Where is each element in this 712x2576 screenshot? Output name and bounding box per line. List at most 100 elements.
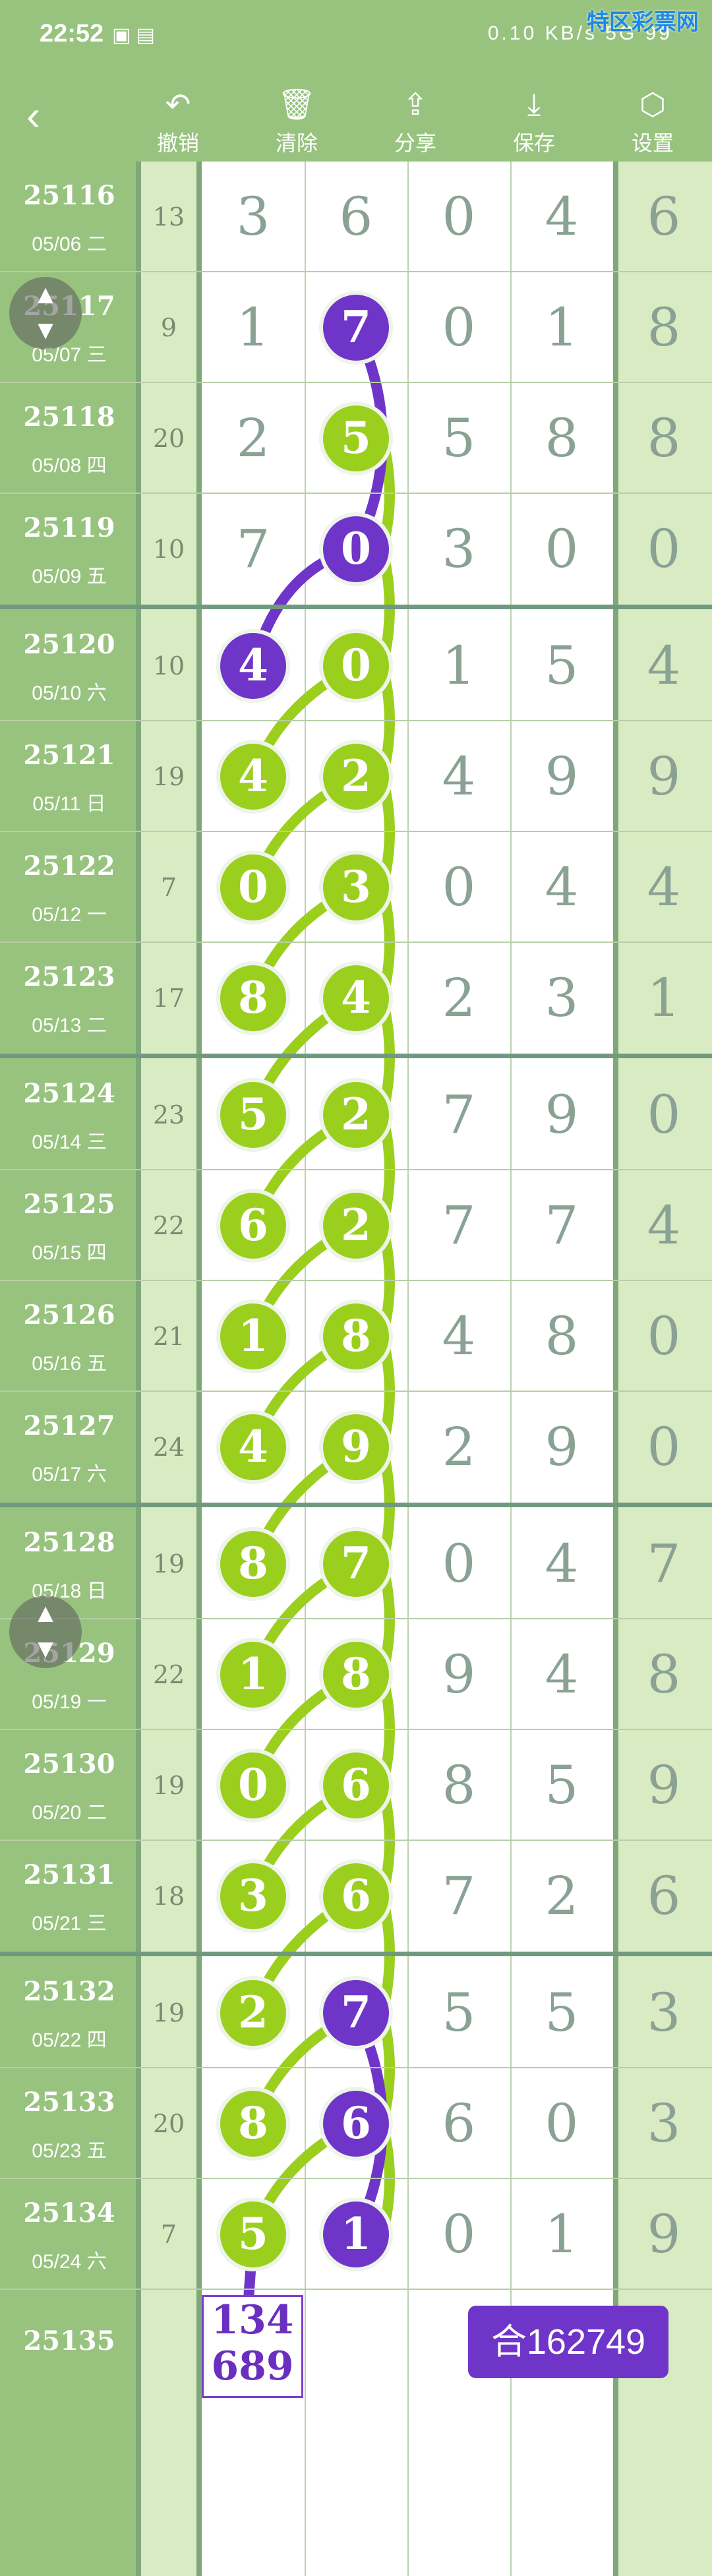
- purple-ball[interactable]: 0: [323, 516, 389, 582]
- digit-cell[interactable]: 8: [510, 1281, 613, 1392]
- green-ball[interactable]: 2: [220, 1980, 286, 2046]
- green-ball[interactable]: 2: [323, 1082, 389, 1148]
- digit-cell[interactable]: 2: [305, 1060, 407, 1170]
- digit-cell[interactable]: 0: [510, 494, 613, 605]
- purple-ball[interactable]: 4: [220, 633, 286, 699]
- digit-cell[interactable]: 8: [407, 1730, 510, 1841]
- digit-cell[interactable]: 0: [202, 1730, 305, 1841]
- green-ball[interactable]: 5: [220, 2202, 286, 2267]
- digit-cell[interactable]: 0: [202, 832, 305, 943]
- digit-cell[interactable]: 0: [510, 2068, 613, 2179]
- digit-cell[interactable]: 4: [510, 1509, 613, 1619]
- digit-cell[interactable]: 0: [305, 494, 407, 605]
- purple-ball[interactable]: 7: [323, 295, 389, 361]
- digit-cell[interactable]: 4: [407, 721, 510, 832]
- digit-cell[interactable]: 1: [202, 1281, 305, 1392]
- digit-cell[interactable]: 1: [305, 2179, 407, 2290]
- clear-button[interactable]: 🗑 清除: [251, 73, 343, 162]
- digit-cell[interactable]: 7: [407, 1060, 510, 1170]
- green-ball[interactable]: 8: [220, 965, 286, 1031]
- digit-cell[interactable]: 9: [510, 1060, 613, 1170]
- digit-cell[interactable]: 4: [305, 943, 407, 1054]
- digit-cell[interactable]: 5: [305, 383, 407, 494]
- digit-cell[interactable]: 0: [407, 162, 510, 272]
- digit-cell[interactable]: 7: [407, 1841, 510, 1952]
- digit-cell[interactable]: 0: [407, 832, 510, 943]
- digit-cell[interactable]: 3: [202, 1841, 305, 1952]
- digit-cell[interactable]: 8: [202, 943, 305, 1054]
- digit-cell[interactable]: 2: [510, 1841, 613, 1952]
- green-ball[interactable]: 5: [220, 1082, 286, 1148]
- digit-cell[interactable]: 2: [407, 1392, 510, 1503]
- digit-cell[interactable]: 2: [202, 383, 305, 494]
- digit-cell[interactable]: 7: [202, 494, 305, 605]
- purple-ball[interactable]: 7: [323, 1980, 389, 2046]
- digit-cell[interactable]: 5: [407, 383, 510, 494]
- up-down-arrows-icon[interactable]: ▲ ▼: [9, 1596, 82, 1668]
- save-button[interactable]: ⤓ 保存: [488, 73, 580, 162]
- digit-cell[interactable]: 5: [202, 2179, 305, 2290]
- green-ball[interactable]: 0: [323, 633, 389, 699]
- green-ball[interactable]: 7: [323, 1531, 389, 1597]
- digit-cell[interactable]: 2: [305, 721, 407, 832]
- digit-cell[interactable]: 7: [305, 1958, 407, 2068]
- digit-cell[interactable]: 2: [202, 1958, 305, 2068]
- undo-button[interactable]: ↶ 撤销: [132, 73, 224, 162]
- digit-cell[interactable]: 8: [202, 2068, 305, 2179]
- digit-cell[interactable]: 2: [305, 1170, 407, 1281]
- green-ball[interactable]: 0: [220, 1752, 286, 1818]
- digit-cell[interactable]: 9: [510, 721, 613, 832]
- digit-cell[interactable]: 0: [407, 272, 510, 383]
- digit-cell[interactable]: 4: [202, 721, 305, 832]
- green-ball[interactable]: 0: [220, 854, 286, 920]
- green-ball[interactable]: 6: [323, 1752, 389, 1818]
- digit-cell[interactable]: 0: [407, 2179, 510, 2290]
- digit-cell[interactable]: 6: [305, 2068, 407, 2179]
- digit-cell[interactable]: 7: [407, 1170, 510, 1281]
- green-ball[interactable]: 3: [323, 854, 389, 920]
- purple-ball[interactable]: 1: [323, 2202, 389, 2267]
- green-ball[interactable]: 8: [220, 2091, 286, 2157]
- green-ball[interactable]: 4: [220, 744, 286, 810]
- digit-cell[interactable]: 6: [305, 1841, 407, 1952]
- digit-cell[interactable]: 6: [407, 2068, 510, 2179]
- digit-cell[interactable]: 3: [305, 832, 407, 943]
- green-ball[interactable]: 6: [220, 1193, 286, 1259]
- green-ball[interactable]: 4: [323, 965, 389, 1031]
- green-ball[interactable]: 1: [220, 1303, 286, 1369]
- digit-cell[interactable]: 4: [510, 162, 613, 272]
- digit-cell[interactable]: 0: [407, 1509, 510, 1619]
- up-down-arrows-icon[interactable]: ▲ ▼: [9, 277, 82, 349]
- digit-cell[interactable]: 1: [202, 272, 305, 383]
- green-ball[interactable]: 2: [323, 1193, 389, 1259]
- digit-cell[interactable]: 8: [510, 383, 613, 494]
- digit-cell[interactable]: 1: [510, 272, 613, 383]
- digit-cell[interactable]: 1: [510, 2179, 613, 2290]
- green-ball[interactable]: 8: [323, 1642, 389, 1708]
- digit-cell[interactable]: 8: [305, 1619, 407, 1730]
- digit-cell[interactable]: 4: [202, 611, 305, 721]
- back-arrow-icon[interactable]: ‹: [26, 92, 66, 138]
- digit-cell[interactable]: 5: [510, 611, 613, 721]
- digit-cell[interactable]: 6: [305, 162, 407, 272]
- share-button[interactable]: ⇪ 分享: [369, 73, 461, 162]
- green-ball[interactable]: 4: [220, 1414, 286, 1480]
- green-ball[interactable]: 3: [220, 1863, 286, 1929]
- green-ball[interactable]: 2: [323, 744, 389, 810]
- prediction-box[interactable]: 134 689: [202, 2295, 303, 2398]
- green-ball[interactable]: 8: [323, 1303, 389, 1369]
- digit-cell[interactable]: 8: [305, 1281, 407, 1392]
- purple-ball[interactable]: 6: [323, 2091, 389, 2157]
- digit-cell[interactable]: 7: [305, 272, 407, 383]
- green-ball[interactable]: 6: [323, 1863, 389, 1929]
- digit-cell[interactable]: 9: [407, 1619, 510, 1730]
- digit-cell[interactable]: 4: [510, 1619, 613, 1730]
- digit-cell[interactable]: 5: [510, 1958, 613, 2068]
- digit-cell[interactable]: 2: [407, 943, 510, 1054]
- digit-cell[interactable]: 4: [202, 1392, 305, 1503]
- green-ball[interactable]: 1: [220, 1642, 286, 1708]
- green-ball[interactable]: 9: [323, 1414, 389, 1480]
- digit-cell[interactable]: 3: [407, 494, 510, 605]
- digit-cell[interactable]: 1: [407, 611, 510, 721]
- digit-cell[interactable]: 3: [510, 943, 613, 1054]
